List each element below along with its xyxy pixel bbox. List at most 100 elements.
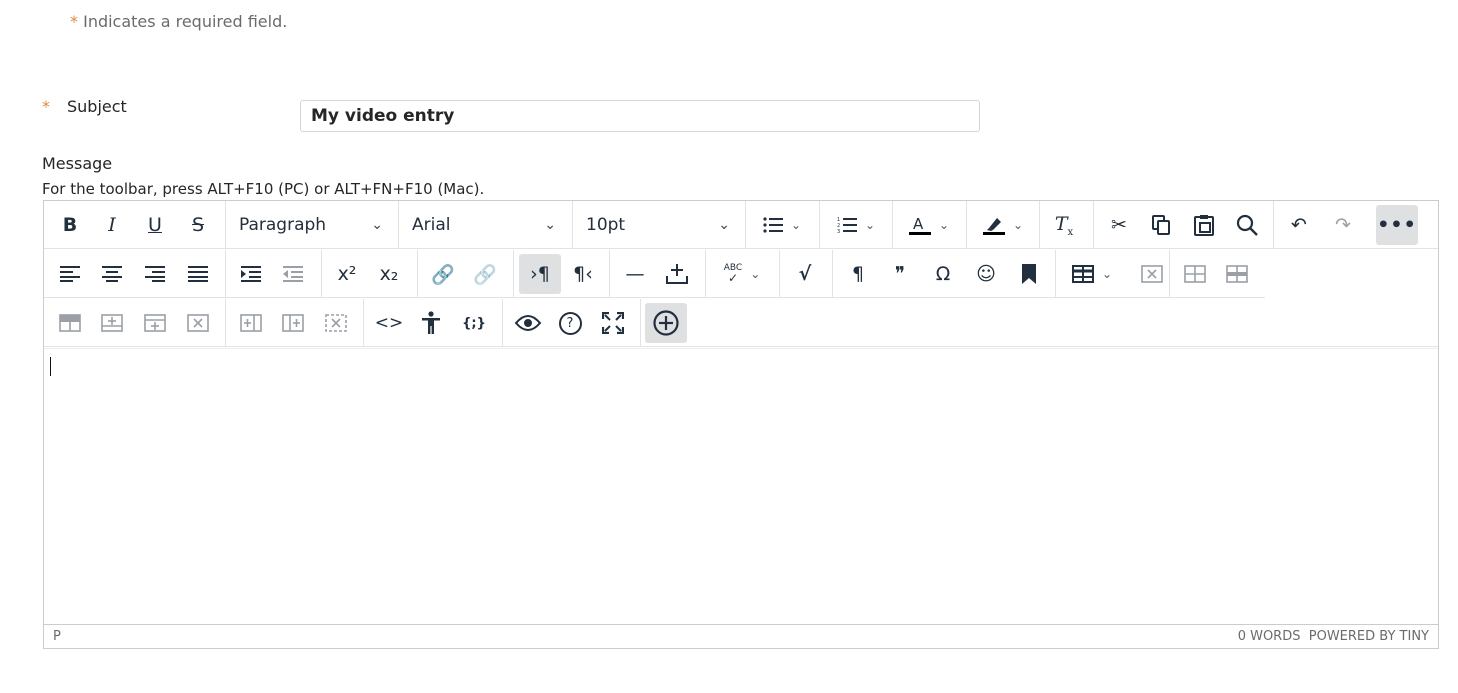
table-cols-group xyxy=(225,299,364,346)
preview-button[interactable] xyxy=(511,303,545,343)
copy-button[interactable] xyxy=(1144,205,1178,245)
justify-button[interactable] xyxy=(181,254,215,294)
insert-col-before-icon xyxy=(240,314,262,332)
ltr-button[interactable]: ›¶ xyxy=(519,254,561,294)
insert-col-before-button[interactable] xyxy=(234,303,268,343)
font-family-select[interactable]: Arial ⌄ xyxy=(400,205,568,245)
font-family-value: Arial xyxy=(412,215,451,235)
powered-by-link[interactable]: POWERED BY TINY xyxy=(1309,629,1429,644)
word-count[interactable]: 0 WORDS xyxy=(1238,629,1301,644)
table-button[interactable]: ⌄ xyxy=(1067,254,1117,294)
clear-formatting-button[interactable]: Tx xyxy=(1047,205,1081,245)
blockquote-button[interactable]: ❞ xyxy=(883,254,917,294)
add-content-group xyxy=(640,299,700,346)
highlight-group: ⌄ xyxy=(966,201,1040,248)
variables-icon: {;} xyxy=(462,315,486,331)
align-right-button[interactable] xyxy=(138,254,172,294)
emoji-button[interactable]: ☺ xyxy=(969,254,1003,294)
toolbar-hint: For the toolbar, press ALT+F10 (PC) or A… xyxy=(42,180,485,198)
spellcheck-button[interactable]: ABC ✓ ⌄ xyxy=(717,254,767,294)
align-left-button[interactable] xyxy=(53,254,87,294)
text-color-button[interactable]: A ⌄ xyxy=(904,205,954,245)
outdent-button[interactable] xyxy=(276,254,310,294)
block-format-select[interactable]: Paragraph ⌄ xyxy=(227,205,395,245)
horizontal-line-button[interactable]: — xyxy=(618,254,652,294)
highlight-icon xyxy=(982,218,1005,235)
link-button[interactable]: 🔗 xyxy=(426,254,460,294)
table-cell-button[interactable] xyxy=(1178,254,1212,294)
bullet-list-button[interactable]: ⌄ xyxy=(757,205,807,245)
insert-group: — xyxy=(609,250,706,297)
insert-button[interactable] xyxy=(660,254,694,294)
toolbar-row-1: B I U S Paragraph ⌄ Arial ⌄ 10pt ⌄ ⌄ 123 ⌄ xyxy=(44,201,1438,249)
code-button[interactable]: <> xyxy=(372,303,406,343)
cut-button[interactable]: ✂ xyxy=(1102,205,1136,245)
indent-icon xyxy=(241,266,261,282)
align-center-button[interactable] xyxy=(95,254,129,294)
rtl-icon: ¶‹ xyxy=(573,263,593,285)
subscript-icon: x₂ xyxy=(379,263,399,285)
bookmark-button[interactable] xyxy=(1012,254,1046,294)
numbered-list-icon: 123 xyxy=(837,217,857,234)
subject-input[interactable] xyxy=(300,100,980,132)
insert-col-after-button[interactable] xyxy=(276,303,310,343)
format-group: B I U S xyxy=(44,201,226,248)
help-icon: ? xyxy=(558,311,582,335)
ltr-icon: ›¶ xyxy=(530,263,550,285)
help-button[interactable]: ? xyxy=(553,303,587,343)
superscript-button[interactable]: x² xyxy=(330,254,364,294)
paste-button[interactable] xyxy=(1187,205,1221,245)
search-button[interactable] xyxy=(1230,205,1264,245)
accessibility-button[interactable] xyxy=(414,303,448,343)
underline-button[interactable]: U xyxy=(138,205,172,245)
font-size-select[interactable]: 10pt ⌄ xyxy=(574,205,742,245)
indent-button[interactable] xyxy=(234,254,268,294)
subscript-button[interactable]: x₂ xyxy=(372,254,406,294)
insert-row-before-button[interactable] xyxy=(95,303,129,343)
rtl-button[interactable]: ¶‹ xyxy=(566,254,600,294)
paragraph-mark-button[interactable]: ¶ xyxy=(841,254,875,294)
help-label: ? xyxy=(566,315,574,331)
spellcheck-group: ABC ✓ ⌄ xyxy=(705,250,780,297)
required-field-note: * Indicates a required field. xyxy=(70,12,287,31)
font-size-value: 10pt xyxy=(586,215,626,235)
strikethrough-button[interactable]: S xyxy=(181,205,215,245)
math-group: √ xyxy=(779,250,833,297)
math-button[interactable]: √ xyxy=(788,254,822,294)
text-cursor xyxy=(50,357,51,376)
subject-label: Subject xyxy=(67,97,127,116)
numbered-list-button[interactable]: 123 ⌄ xyxy=(831,205,881,245)
delete-table-button[interactable] xyxy=(1135,254,1169,294)
chevron-down-icon: ⌄ xyxy=(938,218,950,232)
link-icon: 🔗 xyxy=(431,263,455,286)
bold-button[interactable]: B xyxy=(53,205,87,245)
chevron-down-icon: ⌄ xyxy=(864,218,876,232)
delete-row-button[interactable] xyxy=(181,303,215,343)
delete-col-button[interactable] xyxy=(319,303,353,343)
insert-row-before-icon xyxy=(101,314,123,332)
insert-row-after-button[interactable] xyxy=(138,303,172,343)
fullscreen-button[interactable] xyxy=(596,303,630,343)
chevron-down-icon: ⌄ xyxy=(718,217,730,233)
link-group: 🔗 🔗 xyxy=(417,250,514,297)
variables-button[interactable]: {;} xyxy=(457,303,491,343)
insert-row-after-icon xyxy=(144,314,166,332)
add-content-button[interactable] xyxy=(645,303,687,343)
editor-content-area[interactable] xyxy=(44,348,1438,628)
undo-button[interactable]: ↶ xyxy=(1282,205,1316,245)
math-icon: √ xyxy=(798,263,812,285)
blockquote-icon: ❞ xyxy=(894,263,906,285)
element-path[interactable]: P xyxy=(53,629,61,644)
highlight-button[interactable]: ⌄ xyxy=(978,205,1028,245)
chevron-down-icon: ⌄ xyxy=(1101,267,1113,281)
align-center-icon xyxy=(102,266,122,282)
omega-button[interactable]: Ω xyxy=(926,254,960,294)
unlink-button[interactable]: 🔗 xyxy=(468,254,502,294)
table-row-button[interactable] xyxy=(1220,254,1254,294)
table-header-button[interactable] xyxy=(53,303,87,343)
paste-icon xyxy=(1194,215,1214,236)
unlink-icon: 🔗 xyxy=(473,263,497,286)
more-button[interactable]: ••• xyxy=(1376,205,1418,245)
italic-button[interactable]: I xyxy=(95,205,129,245)
redo-button[interactable]: ↷ xyxy=(1326,205,1360,245)
